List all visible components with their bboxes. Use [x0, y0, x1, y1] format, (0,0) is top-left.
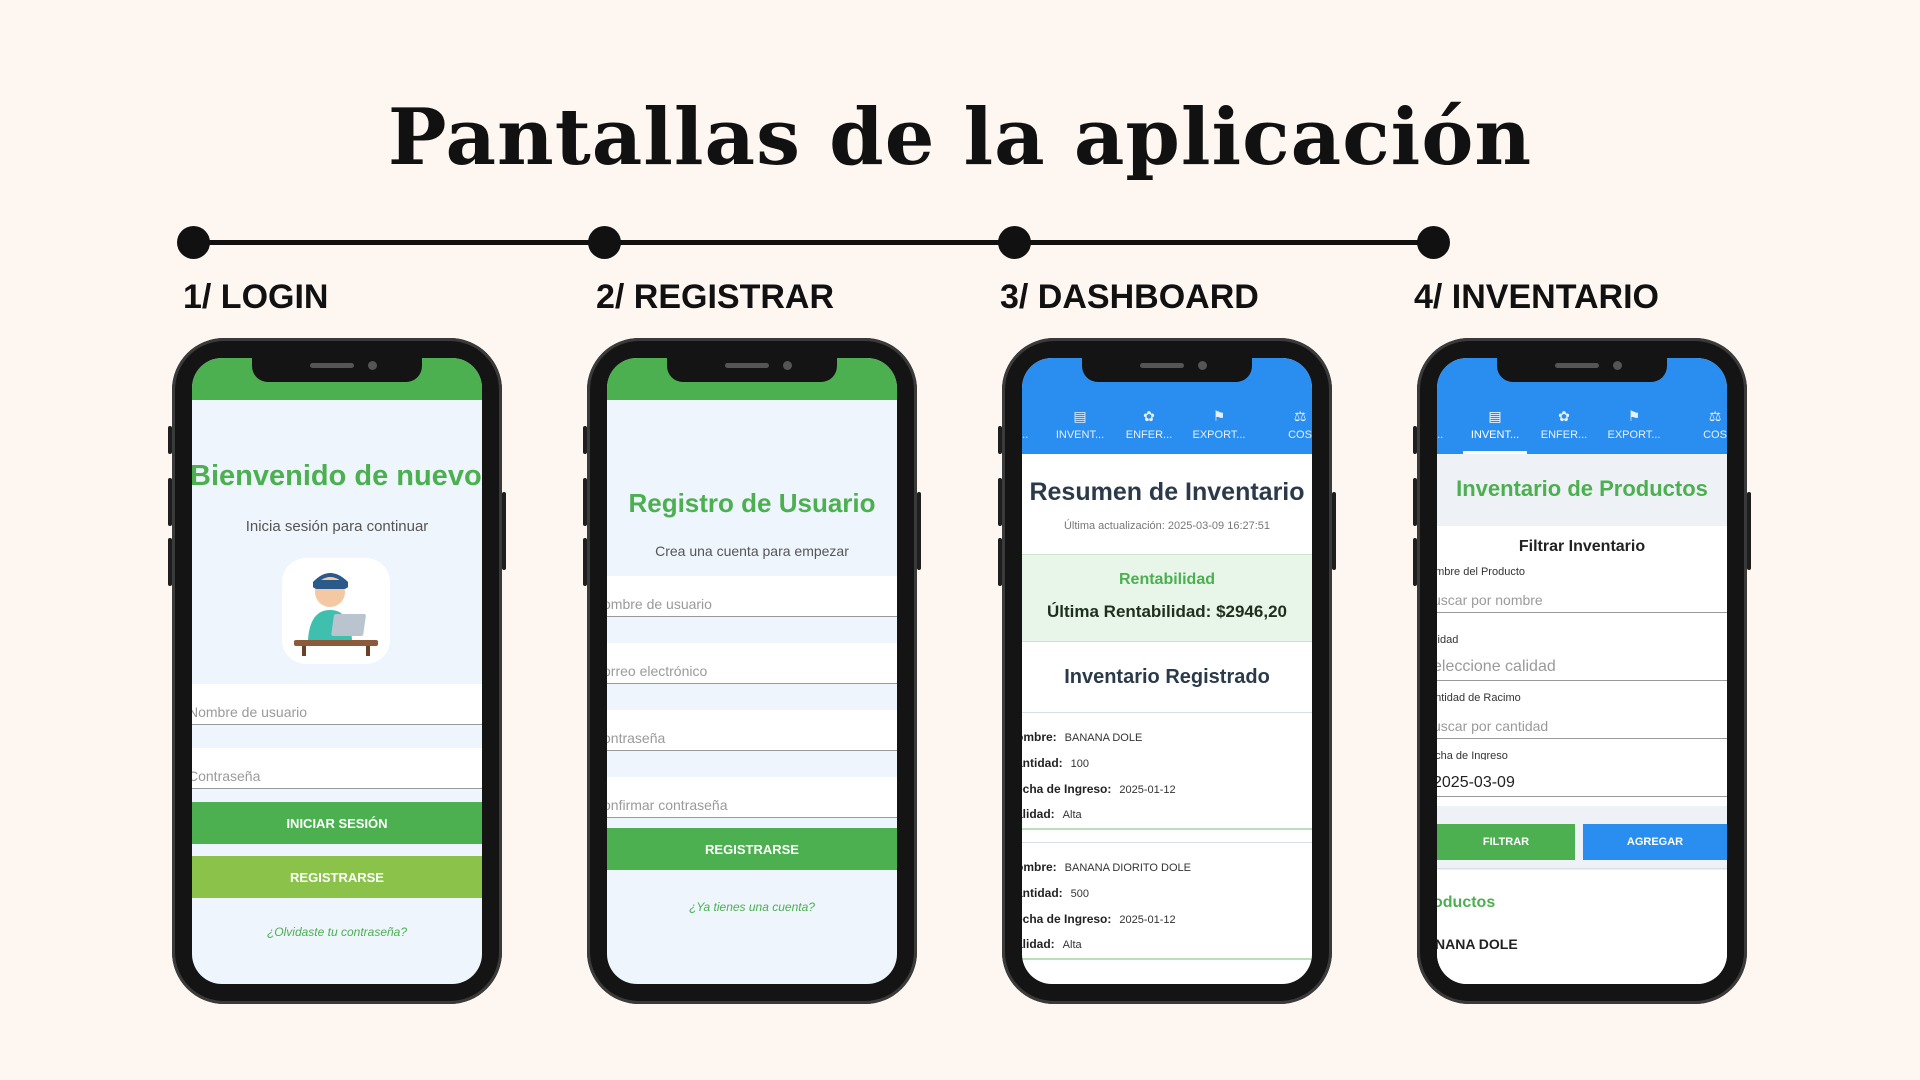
phone-dashboard: ▦HB... ▤INVENT... ✿ENFER... ⚑EXPORT... ⚖… — [998, 338, 1336, 1004]
confirm-password-input[interactable]: onfirmar contraseña — [607, 777, 897, 818]
product-name-input[interactable]: uscar por nombre — [1437, 576, 1727, 613]
tab-enfermedades[interactable]: ✿ ENFER... — [1535, 400, 1593, 454]
profit-card: Rentabilidad Última Rentabilidad: $2946,… — [1022, 554, 1312, 642]
tab-exportacion[interactable]: ⚑ EXPORT... — [1188, 400, 1250, 454]
password-input[interactable]: ontraseña — [607, 710, 897, 751]
step-label-dashboard: 3/ DASHBOARD — [1000, 278, 1259, 316]
add-button[interactable]: AGREGAR — [1583, 824, 1727, 860]
register-button[interactable]: REGISTRARSE — [607, 828, 897, 870]
date-input[interactable]: 2025-03-09 — [1437, 760, 1727, 797]
phone-inventory: ▦HB... ▤INVENT... ✿ENFER... ⚑EXPORT... ⚖… — [1413, 338, 1751, 1004]
login-button[interactable]: INICIAR SESIÓN — [192, 802, 482, 844]
products-heading: oductos — [1437, 894, 1496, 911]
dashboard-screen: ▦HB... ▤INVENT... ✿ENFER... ⚑EXPORT... ⚖… — [1022, 358, 1312, 984]
registered-heading: Inventario Registrado — [1064, 666, 1270, 688]
tab-bar: ▦HB... ▤INVENT... ✿ENFER... ⚑EXPORT... ⚖… — [1437, 400, 1727, 454]
register-heading: Registro de Usuario — [628, 488, 876, 518]
tab-inventario[interactable]: ▤ INVENT... — [1048, 400, 1112, 454]
email-input[interactable]: orreo electrónico — [607, 643, 897, 684]
tab-dashboard[interactable]: ▦HB... — [1022, 400, 1036, 454]
tab-enfermedades[interactable]: ✿ ENFER... — [1120, 400, 1178, 454]
register-button[interactable]: REGISTRARSE — [192, 856, 482, 898]
phone-login: Bienvenido de nuevo Inicia sesión para c… — [168, 338, 506, 1004]
user-laptop-icon — [282, 558, 390, 664]
step-label-login: 1/ LOGIN — [183, 278, 329, 316]
step-label-register: 2/ REGISTRAR — [596, 278, 835, 316]
tab-dashboard[interactable]: ▦HB... — [1437, 400, 1451, 454]
page-title: Pantallas de la aplicación — [387, 92, 1533, 183]
filter-card: Filtrar Inventario ombre del Producto us… — [1437, 526, 1727, 806]
username-input[interactable]: ombre de usuario — [607, 576, 897, 617]
tab-costos[interactable]: ⚖ COS — [1280, 400, 1312, 454]
timeline-dot — [177, 226, 210, 259]
timeline-dot — [588, 226, 621, 259]
register-screen: Registro de Usuario Crea una cuenta para… — [607, 358, 897, 984]
welcome-heading: Bienvenido de nuevo — [192, 460, 482, 492]
inventory-heading: Inventario de Productos — [1456, 476, 1708, 501]
filter-button[interactable]: FILTRAR — [1437, 824, 1575, 860]
username-input[interactable]: Nombre de usuario — [192, 684, 482, 725]
timeline-dot — [1417, 226, 1450, 259]
phone-register: Registro de Usuario Crea una cuenta para… — [583, 338, 921, 1004]
product-item[interactable]: NANA DOLE — [1437, 930, 1727, 984]
inventory-record[interactable]: ombre:BANANA DIORITO DOLE antidad:500 ec… — [1022, 852, 1312, 960]
product-item-name: NANA DOLE — [1437, 936, 1518, 952]
tab-bar: ▦HB... ▤INVENT... ✿ENFER... ⚑EXPORT... ⚖… — [1022, 400, 1312, 454]
forgot-password-link[interactable]: ¿Olvidaste tu contraseña? — [192, 925, 482, 939]
timeline-line — [193, 240, 1435, 245]
quality-select[interactable]: eleccione calidad — [1437, 644, 1727, 681]
profit-label: Rentabilidad — [1118, 571, 1215, 588]
tab-exportacion[interactable]: ⚑ EXPORT... — [1603, 400, 1665, 454]
register-subtitle: Crea una cuenta para empezar — [655, 543, 849, 559]
tab-inventario[interactable]: ▤ INVENT... — [1463, 400, 1527, 454]
inventory-record[interactable]: ombre:BANANA DOLE antidad:100 echa de In… — [1022, 722, 1312, 830]
timeline-dot — [998, 226, 1031, 259]
tab-costos[interactable]: ⚖ COS — [1695, 400, 1727, 454]
profit-value: Última Rentabilidad: $2946,20 — [1047, 602, 1287, 621]
password-input[interactable]: Contraseña — [192, 748, 482, 789]
dashboard-heading: Resumen de Inventario — [1029, 478, 1305, 506]
quantity-input[interactable]: uscar por cantidad — [1437, 702, 1727, 739]
have-account-link[interactable]: ¿Ya tienes una cuenta? — [607, 900, 897, 914]
step-label-inventory: 4/ INVENTARIO — [1414, 278, 1659, 316]
inventory-screen: ▦HB... ▤INVENT... ✿ENFER... ⚑EXPORT... ⚖… — [1437, 358, 1727, 984]
login-subtitle: Inicia sesión para continuar — [245, 518, 429, 535]
last-update: Última actualización: 2025-03-09 16:27:5… — [1063, 520, 1271, 532]
login-screen: Bienvenido de nuevo Inicia sesión para c… — [192, 358, 482, 984]
filter-heading: Filtrar Inventario — [1518, 538, 1646, 555]
